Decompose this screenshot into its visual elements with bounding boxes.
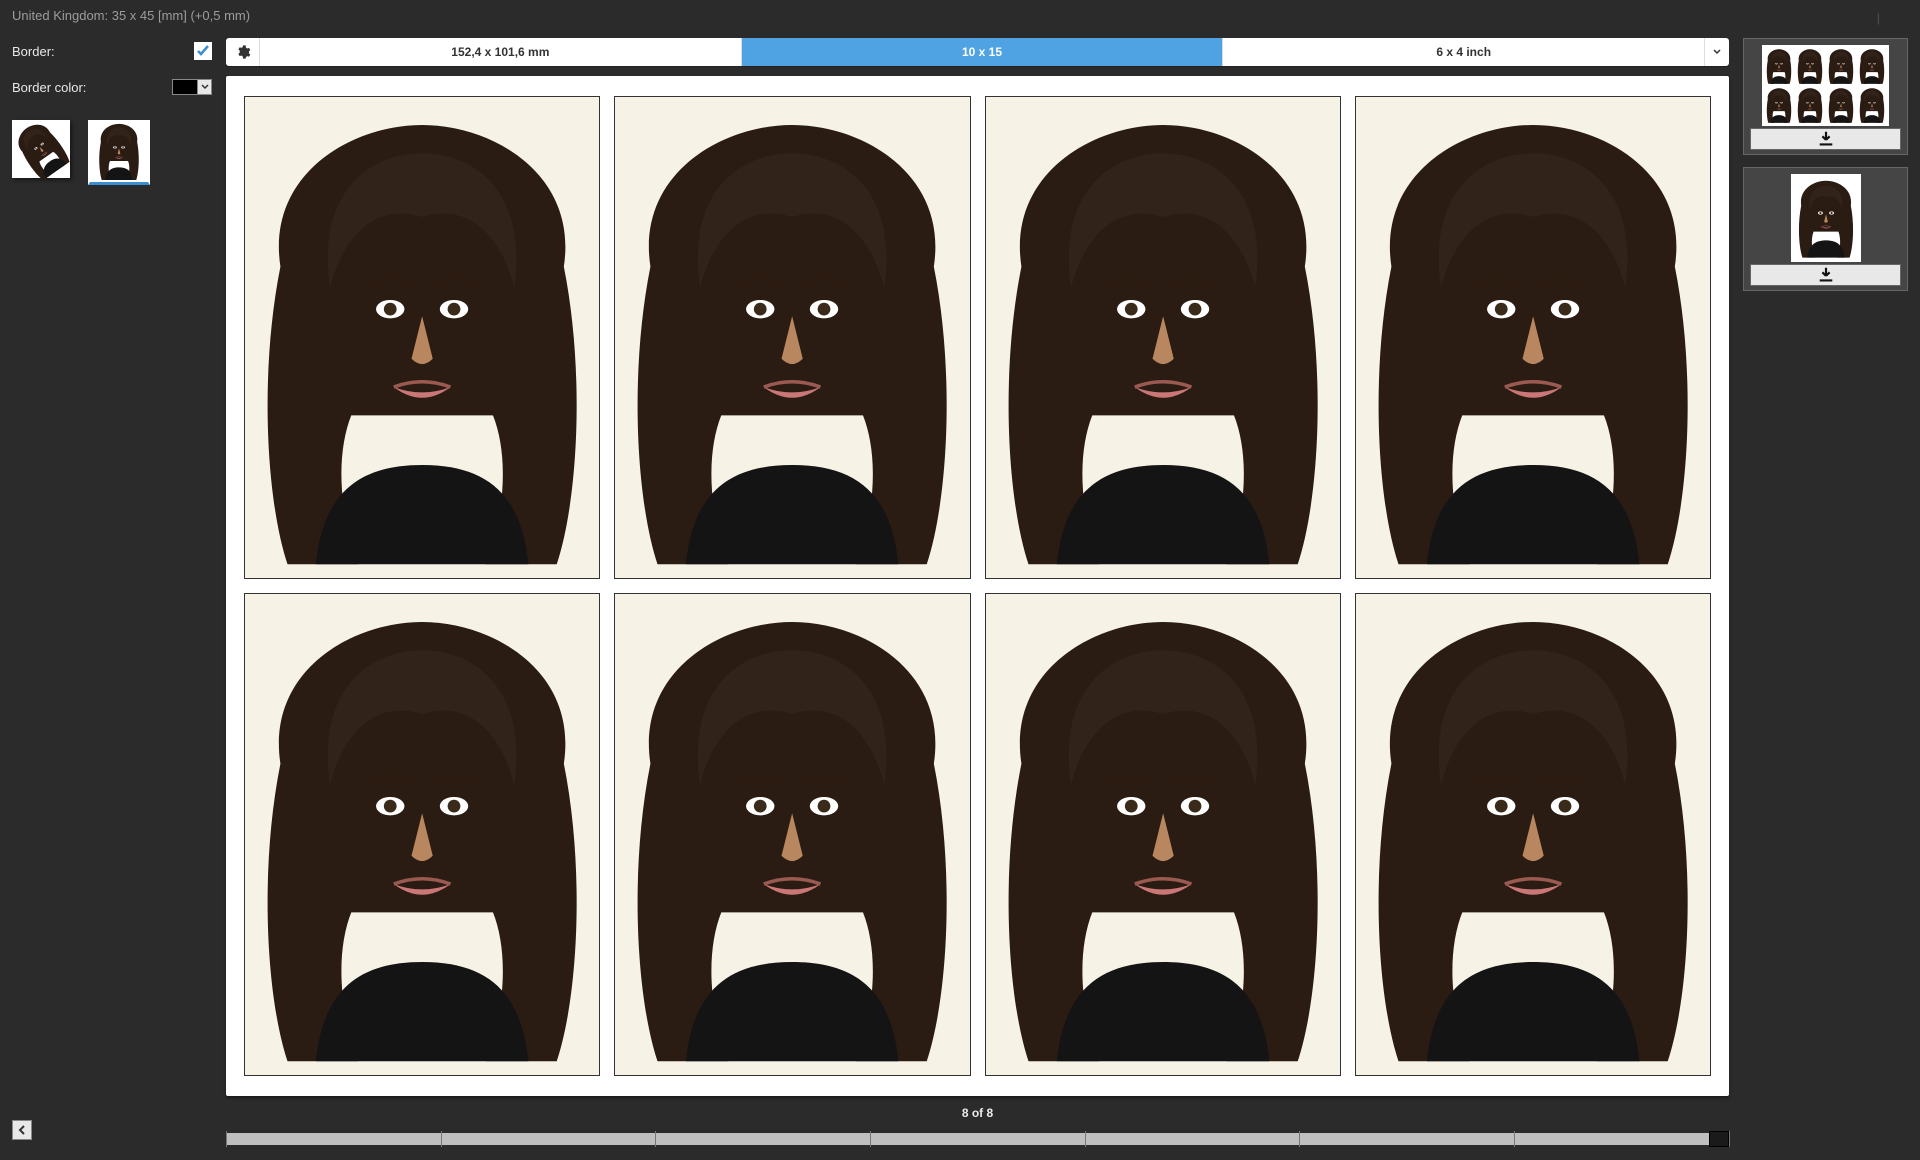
passport-photo — [1858, 48, 1886, 84]
slider-handle[interactable] — [1709, 1131, 1729, 1147]
count-status: 8 of 8 — [226, 1106, 1729, 1120]
passport-photo — [245, 97, 599, 578]
passport-photo — [1356, 97, 1710, 578]
prev-page-button[interactable] — [12, 1120, 32, 1140]
print-settings-button[interactable] — [226, 38, 260, 66]
face-thumb-icon — [3, 111, 78, 186]
passport-photo — [1827, 48, 1855, 84]
download-single-button[interactable] — [1750, 264, 1901, 286]
passport-photo — [1796, 87, 1824, 123]
print-size-bar: 152,4 x 101,6 mm 10 x 15 6 x 4 inch — [226, 38, 1729, 66]
passport-photo — [1356, 594, 1710, 1075]
export-sheet-card — [1743, 38, 1908, 155]
print-sheet — [226, 76, 1729, 1096]
caret-down-icon — [197, 80, 211, 94]
single-preview — [1791, 174, 1861, 262]
passport-photo — [615, 594, 969, 1075]
passport-photo — [1765, 48, 1793, 84]
passport-photo — [1827, 87, 1855, 123]
sheet-preview — [1762, 45, 1889, 126]
export-single-card — [1743, 167, 1908, 291]
size-option-0[interactable]: 152,4 x 101,6 mm — [260, 38, 742, 66]
photo-tile[interactable] — [244, 593, 600, 1076]
photo-tile[interactable] — [1355, 593, 1711, 1076]
passport-photo — [986, 594, 1340, 1075]
passport-photo — [1858, 87, 1886, 123]
window-title: United Kingdom: 35 x 45 [mm] (+0,5 mm) — [12, 8, 250, 23]
face-thumb-icon — [90, 122, 148, 180]
photo-tile[interactable] — [244, 96, 600, 579]
download-icon — [1817, 266, 1835, 284]
size-option-2[interactable]: 6 x 4 inch — [1223, 38, 1705, 66]
chevron-left-icon — [17, 1125, 27, 1135]
border-checkbox[interactable] — [194, 42, 212, 60]
crop-preview-thumb[interactable] — [88, 120, 150, 185]
check-icon — [196, 44, 210, 58]
passport-photo — [1765, 87, 1793, 123]
caret-down-icon — [1713, 48, 1721, 56]
center-panel: 152,4 x 101,6 mm 10 x 15 6 x 4 inch 8 of… — [226, 38, 1729, 1148]
passport-photo — [615, 97, 969, 578]
download-sheet-button[interactable] — [1750, 128, 1901, 150]
photo-tile[interactable] — [614, 96, 970, 579]
photo-tile[interactable] — [985, 593, 1341, 1076]
download-icon — [1817, 130, 1835, 148]
passport-photo — [245, 594, 599, 1075]
photo-tile[interactable] — [985, 96, 1341, 579]
border-color-label: Border color: — [12, 80, 172, 95]
count-slider[interactable] — [226, 1130, 1729, 1148]
border-label: Border: — [12, 44, 194, 59]
source-image-thumb[interactable] — [12, 120, 70, 178]
photo-tile[interactable] — [1355, 96, 1711, 579]
size-option-1[interactable]: 10 x 15 — [742, 38, 1224, 66]
photo-tile[interactable] — [614, 593, 970, 1076]
left-panel: Border: Border color: — [12, 38, 212, 1148]
size-more-button[interactable] — [1705, 38, 1729, 66]
color-swatch — [173, 80, 197, 94]
right-panel — [1743, 38, 1908, 1148]
passport-photo — [1796, 48, 1824, 84]
slider-track — [226, 1133, 1729, 1145]
gear-icon — [235, 44, 251, 60]
passport-photo — [986, 97, 1340, 578]
border-color-select[interactable] — [172, 79, 212, 95]
passport-photo — [1795, 178, 1857, 258]
titlebar: United Kingdom: 35 x 45 [mm] (+0,5 mm) S… — [0, 0, 1920, 30]
